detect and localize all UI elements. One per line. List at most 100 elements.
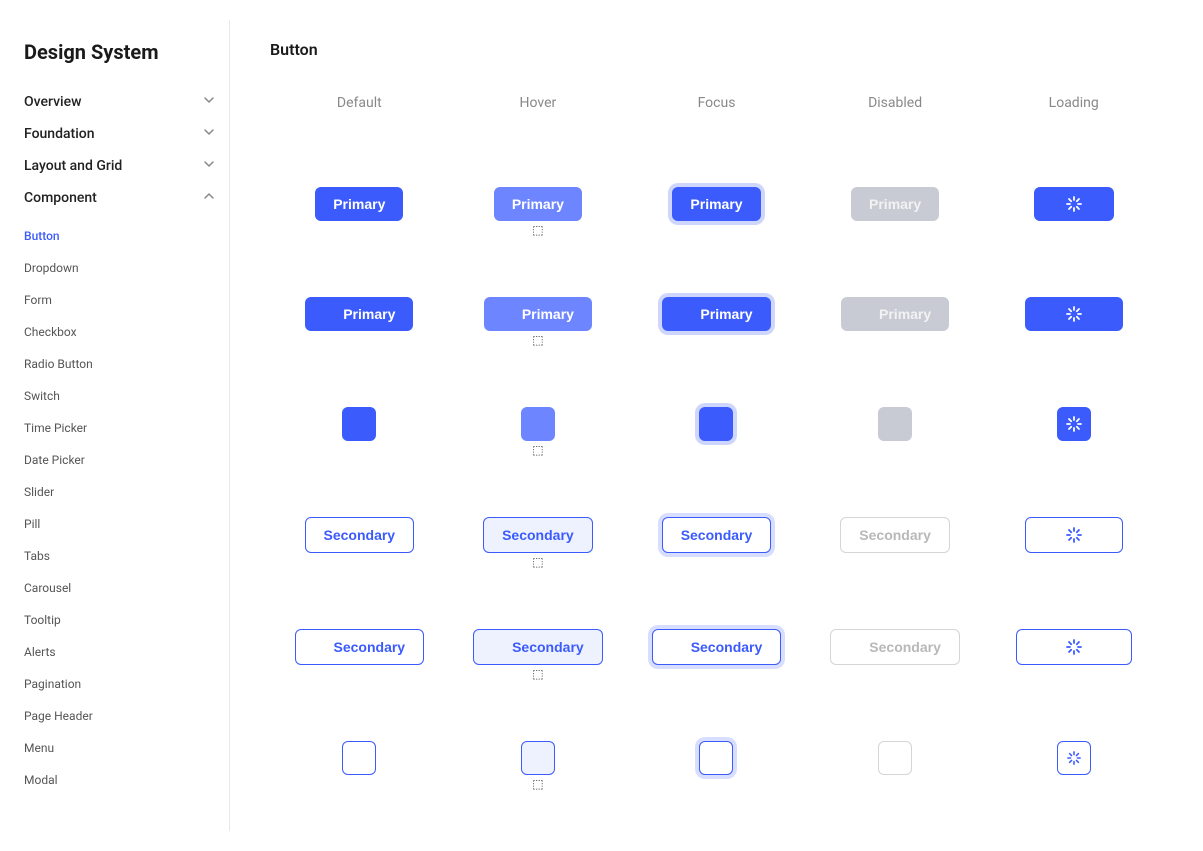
cursor-icon: ⬚ (532, 555, 543, 569)
secondary-icon-button-default[interactable]: Secondary (295, 629, 425, 665)
secondary-icononly-hover[interactable] (521, 741, 555, 775)
primary-icon-button-hover[interactable]: Primary (484, 297, 592, 331)
cursor-icon: ⬚ (532, 443, 543, 457)
primary-icon-button-focus[interactable]: Primary (662, 297, 770, 331)
secondary-icon-button-disabled: Secondary (830, 629, 960, 665)
plus-icon (888, 417, 902, 431)
chevron-down-icon (203, 94, 215, 110)
button-label: Secondary (512, 639, 584, 655)
primary-icononly-hover[interactable] (521, 407, 555, 441)
nav-section-component[interactable]: Component (20, 182, 219, 214)
nav-item-button[interactable]: Button (20, 220, 219, 252)
plus-icon (352, 417, 366, 431)
secondary-button-focus[interactable]: Secondary (662, 517, 772, 553)
nav-item-pill[interactable]: Pill (20, 508, 219, 540)
nav-item-page-header[interactable]: Page Header (20, 700, 219, 732)
secondary-icononly-disabled (878, 741, 912, 775)
plus-icon (352, 751, 366, 765)
nav-item-date-picker[interactable]: Date Picker (20, 444, 219, 476)
spinner-icon (1067, 750, 1081, 766)
nav-section-label: Component (24, 190, 97, 206)
nav-item-carousel[interactable]: Carousel (20, 572, 219, 604)
nav-component-children: Button Dropdown Form Checkbox Radio Butt… (20, 220, 219, 796)
primary-icononly-default[interactable] (342, 407, 376, 441)
primary-icon-button-default[interactable]: Primary (305, 297, 413, 331)
primary-icononly-loading[interactable] (1057, 407, 1091, 441)
primary-button-disabled: Primary (851, 187, 939, 221)
chevron-down-icon (203, 126, 215, 142)
plus-icon (314, 640, 328, 654)
primary-button-focus[interactable]: Primary (672, 187, 760, 221)
spinner-icon (1066, 639, 1082, 655)
secondary-button-hover[interactable]: Secondary (483, 517, 593, 553)
col-header-loading: Loading (1049, 95, 1099, 111)
chevron-down-icon (203, 158, 215, 174)
nav-item-radio[interactable]: Radio Button (20, 348, 219, 380)
nav-item-menu[interactable]: Menu (20, 732, 219, 764)
nav-item-dropdown[interactable]: Dropdown (20, 252, 219, 284)
button-label: Secondary (869, 639, 941, 655)
nav-item-time-picker[interactable]: Time Picker (20, 412, 219, 444)
nav-section-layout[interactable]: Layout and Grid (20, 150, 219, 182)
nav-item-switch[interactable]: Switch (20, 380, 219, 412)
cursor-icon: ⬚ (532, 667, 543, 681)
page-title: Button (270, 40, 1163, 59)
secondary-button-loading[interactable] (1025, 517, 1123, 553)
nav-section-overview[interactable]: Overview (20, 86, 219, 118)
chevron-up-icon (203, 190, 215, 206)
plus-icon (709, 751, 723, 765)
plus-icon (502, 307, 516, 321)
nav-item-modal[interactable]: Modal (20, 764, 219, 796)
secondary-button-default[interactable]: Secondary (305, 517, 415, 553)
col-header-focus: Focus (698, 95, 736, 111)
secondary-icon-button-loading[interactable] (1016, 629, 1132, 665)
secondary-button-disabled: Secondary (840, 517, 950, 553)
nav-item-pagination[interactable]: Pagination (20, 668, 219, 700)
plus-icon (323, 307, 337, 321)
spinner-icon (1066, 527, 1082, 543)
cursor-icon: ⬚ (532, 777, 543, 791)
nav-item-tabs[interactable]: Tabs (20, 540, 219, 572)
nav-item-alerts[interactable]: Alerts (20, 636, 219, 668)
plus-icon (492, 640, 506, 654)
nav-section-foundation[interactable]: Foundation (20, 118, 219, 150)
plus-icon (849, 640, 863, 654)
button-label: Secondary (691, 639, 763, 655)
primary-button-hover[interactable]: Primary (494, 187, 582, 221)
nav-item-tooltip[interactable]: Tooltip (20, 604, 219, 636)
spinner-icon (1066, 196, 1082, 212)
cursor-icon: ⬚ (532, 333, 543, 347)
plus-icon (531, 417, 545, 431)
primary-button-default[interactable]: Primary (315, 187, 403, 221)
button-label: Primary (700, 306, 752, 322)
col-header-hover: Hover (520, 95, 557, 111)
secondary-icononly-default[interactable] (342, 741, 376, 775)
plus-icon (709, 417, 723, 431)
plus-icon (888, 751, 902, 765)
nav-section-label: Overview (24, 94, 81, 110)
plus-icon (671, 640, 685, 654)
nav-section-label: Foundation (24, 126, 95, 142)
primary-icon-button-loading[interactable] (1025, 297, 1123, 331)
primary-icononly-disabled (878, 407, 912, 441)
nav-item-form[interactable]: Form (20, 284, 219, 316)
button-label: Secondary (334, 639, 406, 655)
secondary-icon-button-hover[interactable]: Secondary (473, 629, 603, 665)
nav-section-label: Layout and Grid (24, 158, 122, 174)
primary-button-loading[interactable] (1034, 187, 1114, 221)
nav-item-checkbox[interactable]: Checkbox (20, 316, 219, 348)
spinner-icon (1066, 416, 1082, 432)
primary-icononly-focus[interactable] (699, 407, 733, 441)
nav-item-slider[interactable]: Slider (20, 476, 219, 508)
secondary-icononly-focus[interactable] (699, 741, 733, 775)
secondary-icon-button-focus[interactable]: Secondary (652, 629, 782, 665)
button-label: Primary (522, 306, 574, 322)
main-content: Button Default Hover Focus Disabled Load… (230, 20, 1183, 831)
plus-icon (859, 307, 873, 321)
cursor-icon: ⬚ (532, 223, 543, 237)
secondary-icononly-loading[interactable] (1057, 741, 1091, 775)
col-header-disabled: Disabled (868, 95, 922, 111)
button-label: Primary (343, 306, 395, 322)
plus-icon (531, 751, 545, 765)
spinner-icon (1066, 306, 1082, 322)
